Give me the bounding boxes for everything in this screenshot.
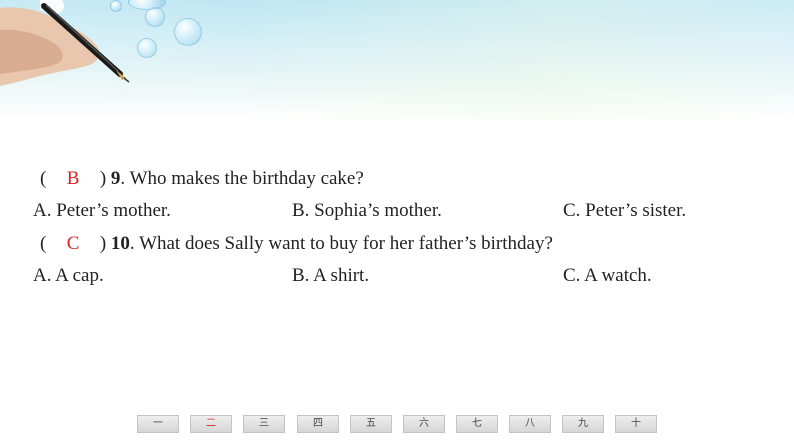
- question-number: 10: [110, 233, 130, 254]
- nav-button-7[interactable]: 七: [456, 415, 498, 433]
- question-9: ( B ) 9. Who makes the birthday cake?: [40, 168, 364, 190]
- answer-paren-open: (: [40, 168, 47, 189]
- nav-button-3[interactable]: 三: [243, 415, 285, 433]
- header-banner: [0, 0, 794, 120]
- nav-button-6[interactable]: 六: [403, 415, 445, 433]
- answer-paren-open: (: [40, 233, 47, 254]
- option-a: A. A cap.: [33, 265, 104, 286]
- question-10: ( C ) 10. What does Sally want to buy fo…: [40, 233, 553, 255]
- question-text: . Who makes the birthday cake?: [120, 168, 364, 189]
- bubble-decoration: [145, 7, 165, 27]
- hand-writing-pen-illustration: [0, 0, 130, 86]
- answer-9: B: [66, 168, 80, 189]
- bubble-decoration: [110, 0, 122, 12]
- nav-button-9[interactable]: 九: [562, 415, 604, 433]
- question-number: 9: [110, 168, 121, 189]
- nav-button-2[interactable]: 二: [190, 415, 232, 433]
- nav-button-10[interactable]: 十: [615, 415, 657, 433]
- option-c: C. Peter’s sister.: [563, 200, 687, 221]
- option-b: B. A shirt.: [292, 265, 370, 286]
- nav-button-4[interactable]: 四: [297, 415, 339, 433]
- question-text: . What does Sally want to buy for her fa…: [129, 233, 553, 254]
- answer-paren-close: ): [99, 233, 107, 254]
- option-c: C. A watch.: [563, 265, 652, 286]
- option-a: A. Peter’s mother.: [33, 200, 171, 221]
- answer-paren-close: ): [99, 168, 107, 189]
- option-b: B. Sophia’s mother.: [292, 200, 442, 221]
- bubble-decoration: [174, 18, 202, 46]
- nav-button-1[interactable]: 一: [137, 415, 179, 433]
- nav-button-5[interactable]: 五: [350, 415, 392, 433]
- answer-10: C: [66, 233, 80, 254]
- nav-button-8[interactable]: 八: [509, 415, 551, 433]
- bubble-decoration: [137, 38, 157, 58]
